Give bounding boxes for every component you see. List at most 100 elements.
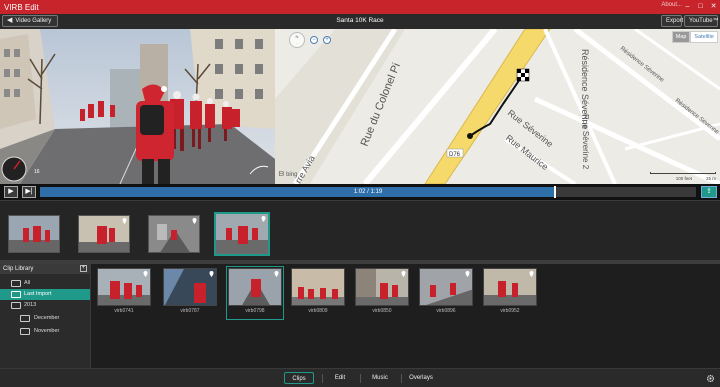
folder-label: 2013 — [24, 302, 37, 308]
street-label: Rue Séverine 2 — [581, 114, 590, 170]
video-gallery-button[interactable]: ◀ Video Gallery — [2, 15, 58, 27]
folder-label: All — [24, 280, 31, 286]
map-view[interactable]: Rue du Colonel Pi Résidence Séverine Rue… — [275, 29, 720, 184]
scale-bar — [650, 172, 716, 174]
map-scale: 100 feet 25 m — [676, 176, 716, 181]
clips-grid: virb0741 virb0787 virb0798 virb0809 virb… — [91, 264, 720, 368]
folder-icon — [11, 291, 21, 298]
clip-tile[interactable]: virb0850 — [355, 268, 409, 318]
map-canvas: Rue du Colonel Pi Résidence Séverine Rue… — [275, 29, 720, 184]
pin-icon — [529, 271, 534, 277]
clip-thumbnail — [291, 268, 345, 306]
clip-name: virb0952 — [500, 308, 520, 314]
clip-library-panel: Clip Library + All Last Import 2013 Dece… — [0, 264, 91, 368]
tab-separator — [322, 374, 323, 383]
clip-thumbnail — [483, 268, 537, 306]
library-folder-last-import[interactable]: Last Import — [0, 289, 90, 300]
folder-icon — [11, 302, 21, 309]
zoom-out-button[interactable]: − — [310, 36, 318, 44]
pin-icon — [401, 271, 406, 277]
pin-icon — [261, 216, 266, 222]
maximize-icon[interactable]: □ — [696, 1, 705, 12]
clip-name: virb0787 — [180, 308, 200, 314]
add-folder-icon[interactable]: + — [80, 265, 87, 272]
strip-clip[interactable] — [148, 215, 200, 253]
map-option[interactable]: Map — [671, 31, 691, 43]
pin-icon — [274, 271, 279, 277]
map-type-toggle: Map Satellite — [671, 31, 718, 43]
clip-thumbnail — [9, 216, 59, 252]
clip-tile[interactable]: virb0787 — [163, 268, 217, 318]
clip-name: virb0850 — [372, 308, 392, 314]
pin-icon — [143, 271, 148, 277]
clip-tile[interactable]: virb0952 — [483, 268, 537, 318]
tab-edit[interactable]: Edit — [330, 372, 350, 384]
folder-label: Last Import — [24, 291, 52, 297]
scale-meters: 25 m — [705, 176, 716, 181]
export-button[interactable]: Export — [661, 15, 683, 27]
toolbar: ◀ Video Gallery Santa 10K Race Export Yo… — [0, 14, 720, 29]
clip-library-header: Clip Library + — [0, 264, 90, 274]
clip-thumbnail — [163, 268, 217, 306]
library-folder-december[interactable]: December — [0, 313, 90, 324]
folder-icon — [20, 315, 30, 322]
pin-icon — [192, 218, 197, 224]
title-bar: VIRB Edit About... – □ ✕ — [0, 0, 720, 14]
scale-feet: 100 feet — [675, 176, 692, 181]
tab-separator — [360, 374, 361, 383]
video-preview[interactable]: 16 — [0, 29, 275, 184]
map-provider-label: bing — [286, 172, 298, 178]
folder-icon — [11, 280, 21, 287]
pan-control[interactable]: N · — [289, 32, 305, 48]
youtube-button[interactable]: YouTube™ — [684, 15, 719, 27]
folder-label: December — [34, 315, 60, 321]
timeline-scrubber[interactable]: 1:02 / 1:19 — [40, 186, 696, 198]
strip-clip[interactable] — [8, 215, 60, 253]
edit-strip — [0, 200, 720, 260]
tab-clips[interactable]: Clips — [284, 372, 314, 384]
pin-icon — [122, 218, 127, 224]
map-provider: ᗷ bing — [279, 171, 297, 179]
app-title: VIRB Edit — [4, 2, 39, 12]
library-folder-november[interactable]: November — [0, 326, 90, 337]
playback-bar: ▶ ▶| 1:02 / 1:19 ⇪ — [0, 184, 720, 200]
library-folder-2013[interactable]: 2013 — [0, 300, 90, 311]
clip-name: virb0798 — [245, 308, 265, 314]
step-forward-icon[interactable]: ▶| — [22, 186, 36, 198]
folder-label: November — [34, 328, 60, 334]
about-link[interactable]: About... — [661, 2, 682, 8]
strip-clip[interactable] — [214, 212, 270, 256]
clip-tile[interactable]: virb0798 — [226, 266, 284, 320]
play-icon[interactable]: ▶ — [4, 186, 18, 198]
clip-thumbnail — [419, 268, 473, 306]
virb-edit-window: VIRB Edit About... – □ ✕ ◀ Video Gallery… — [0, 0, 720, 387]
clip-tile[interactable]: virb0896 — [419, 268, 473, 318]
pin-icon — [465, 271, 470, 277]
close-icon[interactable]: ✕ — [709, 1, 718, 12]
bottom-tab-bar: Clips Edit Music Overlays — [0, 368, 720, 387]
strip-clip[interactable] — [78, 215, 130, 253]
pin-icon — [209, 271, 214, 277]
library-folder-all[interactable]: All — [0, 278, 90, 289]
map-nav-controls: N · − + — [289, 32, 331, 48]
satellite-option[interactable]: Satellite — [690, 31, 718, 43]
minimize-icon[interactable]: – — [683, 1, 692, 12]
project-title: Santa 10K Race — [336, 17, 384, 24]
zoom-in-button[interactable]: + — [323, 36, 331, 44]
clip-tile[interactable]: virb0809 — [291, 268, 345, 318]
clip-thumbnail — [228, 268, 282, 306]
speed-gauge — [1, 156, 27, 182]
video-gallery-label: Video Gallery — [15, 18, 52, 24]
finish-flag-icon — [516, 68, 530, 82]
route-label: D76 — [449, 152, 461, 158]
gear-icon[interactable] — [706, 374, 715, 383]
clip-name: virb0741 — [114, 308, 134, 314]
clip-thumbnail — [355, 268, 409, 306]
clip-thumbnail — [97, 268, 151, 306]
clip-name: virb0896 — [436, 308, 456, 314]
tab-music[interactable]: Music — [367, 372, 393, 384]
tab-overlays[interactable]: Overlays — [407, 372, 435, 384]
time-readout: 1:02 / 1:19 — [353, 189, 383, 195]
share-icon[interactable]: ⇪ — [701, 186, 717, 198]
clip-tile[interactable]: virb0741 — [97, 268, 151, 318]
